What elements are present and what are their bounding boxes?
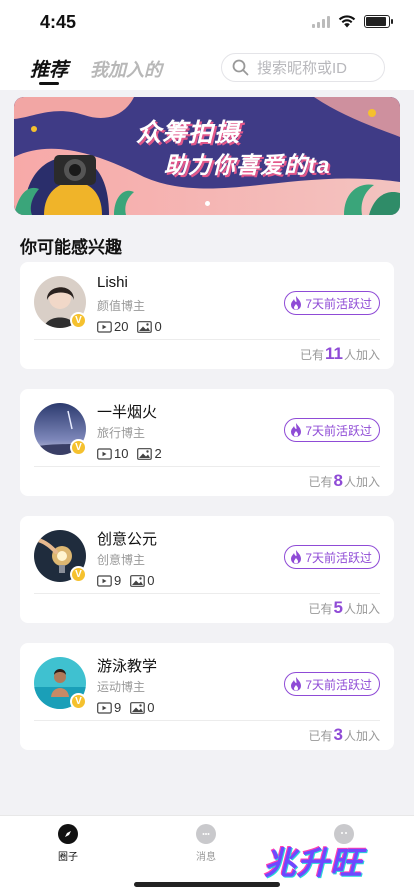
tab-active-indicator [39,82,59,85]
status-bar: 4:45 [0,0,414,46]
photo-count: 2 [137,446,162,461]
verified-badge: V [70,693,87,710]
divider [34,339,380,340]
status-icons [312,15,393,28]
video-count: 9 [97,573,121,588]
divider [34,720,380,721]
nav-item-messages[interactable]: 消息 [176,824,236,863]
creator-name: 一半烟火 [97,404,158,421]
creator-category: 运动博主 [97,680,146,694]
flame-icon [291,296,302,310]
section-title: 你可能感兴趣 [20,238,122,257]
image-icon [137,447,153,460]
flame-icon [291,550,302,564]
active-status-badge: 7天前活跃过 [284,672,380,696]
creator-name: 创意公元 [97,531,158,548]
active-status-badge: 7天前活跃过 [284,291,380,315]
image-icon [137,320,153,333]
photo-count: 0 [137,319,162,334]
photo-count: 0 [130,573,154,588]
active-status-badge: 7天前活跃过 [284,545,380,569]
nav-item-circle[interactable]: 圈子 [38,824,98,863]
creator-category: 旅行博主 [97,426,146,440]
home-indicator[interactable] [134,882,280,887]
creator-category: 颜值博主 [97,299,146,313]
verified-badge: V [70,312,87,329]
status-time: 4:45 [40,12,77,32]
watermark-logo: 兆升旺 [264,845,364,881]
wifi-icon [338,15,356,28]
top-header: 推荐 我加入的 搜索昵称或ID [0,46,414,90]
banner-headline: 众筹拍摄 [136,119,241,147]
creator-stats: 9 0 [97,573,163,588]
verified-badge: V [70,439,87,456]
search-input[interactable]: 搜索昵称或ID [221,53,385,82]
tab-recommended[interactable]: 推荐 [30,55,68,82]
search-placeholder: 搜索昵称或ID [257,60,348,77]
video-count: 9 [97,700,121,715]
image-icon [130,574,146,587]
video-count: 20 [97,319,128,334]
video-icon [97,447,112,460]
video-icon [97,320,112,333]
creator-card[interactable]: V 一半烟火 旅行博主 10 2 7天前活跃过 已有 8 人加入 [20,389,394,496]
creator-card[interactable]: V 创意公元 创意博主 9 0 7天前活跃过 已有 5 人加入 [20,516,394,623]
nav-label: 消息 [196,852,216,863]
video-icon [97,701,112,714]
creator-stats: 10 2 [97,446,171,461]
creator-card[interactable]: V Lishi 颜值博主 20 0 7天前活跃过 已有 11 人加入 [20,262,394,369]
joined-count-text: 已有 5 人加入 [308,598,381,617]
flame-icon [291,423,302,437]
tab-joined[interactable]: 我加入的 [90,56,162,82]
creator-name: 游泳教学 [97,658,158,675]
message-icon [196,824,216,844]
banner-pagination [205,201,210,206]
nav-label: 圈子 [58,852,78,863]
verified-badge: V [70,566,87,583]
promo-banner[interactable]: 众筹拍摄 助力你喜爱的ta [14,97,400,215]
creator-stats: 20 0 [97,319,171,334]
banner-dot-active [205,201,210,206]
creator-name: Lishi [97,274,128,291]
divider [34,466,380,467]
banner-subheadline: 助力你喜爱的ta [164,152,331,178]
divider [34,593,380,594]
battery-icon [364,15,393,28]
joined-count-text: 已有 11 人加入 [299,344,380,363]
video-icon [97,574,112,587]
battery-level [366,17,386,26]
joined-count-text: 已有 8 人加入 [308,471,381,490]
creator-category: 创意博主 [97,553,146,567]
flame-icon [291,677,302,691]
cellular-signal-icon [312,15,330,28]
photo-count: 0 [130,700,154,715]
creator-stats: 9 0 [97,700,163,715]
video-count: 10 [97,446,128,461]
creator-card[interactable]: V 游泳教学 运动博主 9 0 7天前活跃过 已有 3 人加入 [20,643,394,750]
image-icon [130,701,146,714]
joined-count-text: 已有 3 人加入 [308,725,381,744]
active-status-badge: 7天前活跃过 [284,418,380,442]
compass-icon [58,824,78,844]
search-icon [232,59,249,76]
